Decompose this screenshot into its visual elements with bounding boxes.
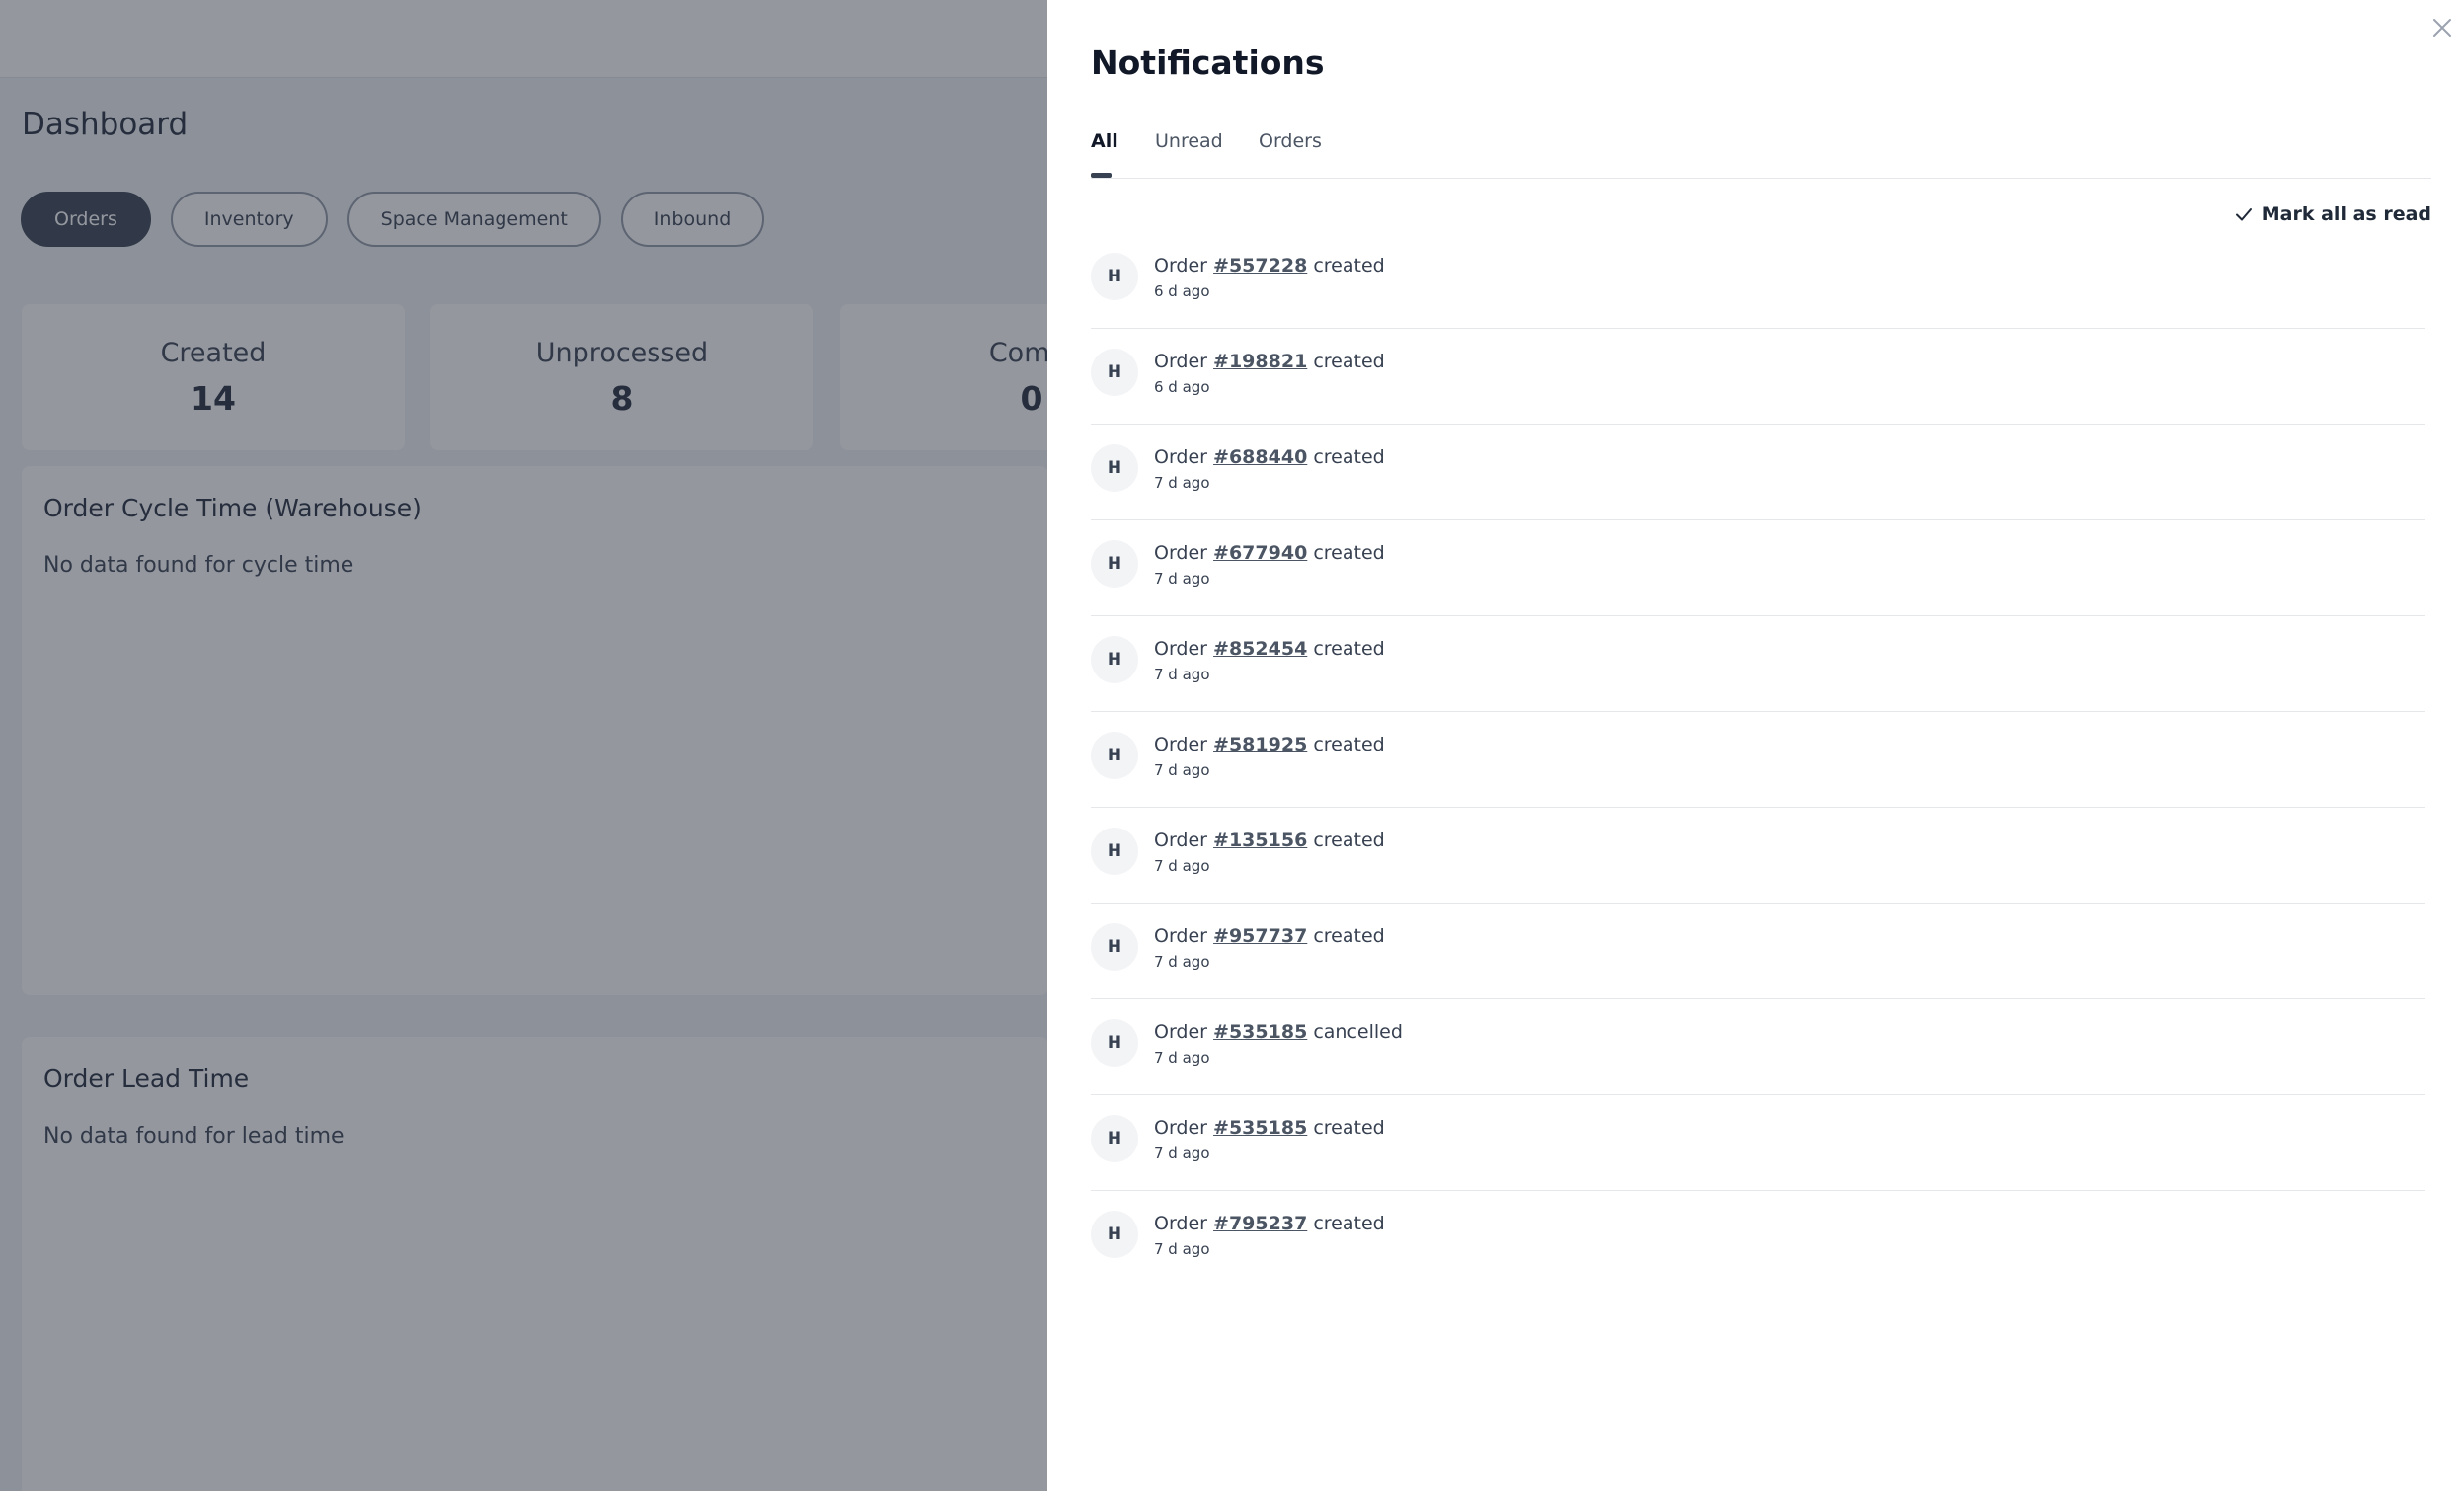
notification-text: Order #688440 created	[1154, 446, 1385, 468]
avatar: H	[1091, 1019, 1138, 1066]
notification-prefix: Order	[1154, 351, 1207, 372]
notification-time: 6 d ago	[1154, 378, 1210, 396]
notifications-tabs: All Unread Orders	[1091, 118, 2431, 179]
notification-text: Order #535185 created	[1154, 1117, 1385, 1139]
avatar: H	[1091, 732, 1138, 779]
notification-prefix: Order	[1154, 1021, 1207, 1043]
mark-all-read-label: Mark all as read	[2261, 203, 2431, 225]
notification-prefix: Order	[1154, 638, 1207, 660]
notification-action: created	[1313, 351, 1385, 372]
notification-item[interactable]: H Order #795237 created 7 d ago	[1091, 1191, 2425, 1286]
tab-unread[interactable]: Unread	[1155, 130, 1223, 152]
notification-text: Order #957737 created	[1154, 925, 1385, 947]
notification-item[interactable]: H Order #677940 created 7 d ago	[1091, 520, 2425, 616]
order-link[interactable]: #852454	[1213, 638, 1307, 660]
notification-item[interactable]: H Order #852454 created 7 d ago	[1091, 616, 2425, 712]
notification-prefix: Order	[1154, 1213, 1207, 1234]
notification-item[interactable]: H Order #557228 created 6 d ago	[1091, 233, 2425, 329]
notification-item[interactable]: H Order #198821 created 6 d ago	[1091, 329, 2425, 425]
notification-text: Order #795237 created	[1154, 1213, 1385, 1234]
order-link[interactable]: #957737	[1213, 925, 1307, 947]
notification-time: 7 d ago	[1154, 474, 1210, 492]
order-link[interactable]: #688440	[1213, 446, 1307, 468]
notification-text: Order #198821 created	[1154, 351, 1385, 372]
mark-all-read-button[interactable]: Mark all as read	[2234, 203, 2431, 225]
notification-prefix: Order	[1154, 255, 1207, 276]
notifications-drawer: Notifications All Unread Orders Mark all…	[1047, 0, 2464, 1491]
avatar: H	[1091, 923, 1138, 971]
notifications-title: Notifications	[1091, 43, 1325, 82]
notification-item[interactable]: H Order #688440 created 7 d ago	[1091, 425, 2425, 520]
avatar: H	[1091, 1115, 1138, 1162]
order-link[interactable]: #535185	[1213, 1021, 1307, 1043]
notification-item[interactable]: H Order #535185 created 7 d ago	[1091, 1095, 2425, 1191]
notification-text: Order #557228 created	[1154, 255, 1385, 276]
order-link[interactable]: #535185	[1213, 1117, 1307, 1139]
active-tab-indicator	[1091, 173, 1112, 178]
order-link[interactable]: #795237	[1213, 1213, 1307, 1234]
notification-action: created	[1313, 925, 1385, 947]
order-link[interactable]: #198821	[1213, 351, 1307, 372]
notification-prefix: Order	[1154, 446, 1207, 468]
notification-item[interactable]: H Order #581925 created 7 d ago	[1091, 712, 2425, 808]
check-icon	[2235, 208, 2252, 221]
notification-text: Order #852454 created	[1154, 638, 1385, 660]
avatar: H	[1091, 444, 1138, 492]
notification-list: H Order #557228 created 6 d ago H Order …	[1091, 233, 2425, 1286]
order-link[interactable]: #557228	[1213, 255, 1307, 276]
order-link[interactable]: #677940	[1213, 542, 1307, 564]
notification-item[interactable]: H Order #135156 created 7 d ago	[1091, 808, 2425, 904]
notification-action: created	[1313, 734, 1385, 755]
notification-time: 7 d ago	[1154, 570, 1210, 588]
notification-item[interactable]: H Order #957737 created 7 d ago	[1091, 904, 2425, 999]
notification-prefix: Order	[1154, 1117, 1207, 1139]
notification-action: created	[1313, 638, 1385, 660]
notification-text: Order #135156 created	[1154, 830, 1385, 851]
notification-text: Order #535185 cancelled	[1154, 1021, 1403, 1043]
notification-action: created	[1313, 542, 1385, 564]
notification-time: 7 d ago	[1154, 953, 1210, 971]
avatar: H	[1091, 253, 1138, 300]
avatar: H	[1091, 349, 1138, 396]
notification-time: 7 d ago	[1154, 666, 1210, 683]
notification-prefix: Order	[1154, 542, 1207, 564]
notification-action: created	[1313, 830, 1385, 851]
close-icon	[2433, 19, 2451, 37]
notification-text: Order #581925 created	[1154, 734, 1385, 755]
avatar: H	[1091, 636, 1138, 683]
tab-orders[interactable]: Orders	[1259, 130, 1322, 152]
notification-prefix: Order	[1154, 925, 1207, 947]
notification-time: 7 d ago	[1154, 857, 1210, 875]
notification-action: created	[1313, 446, 1385, 468]
notification-time: 7 d ago	[1154, 761, 1210, 779]
order-link[interactable]: #581925	[1213, 734, 1307, 755]
notification-time: 7 d ago	[1154, 1049, 1210, 1066]
notification-time: 6 d ago	[1154, 282, 1210, 300]
modal-backdrop[interactable]	[0, 0, 1047, 1491]
avatar: H	[1091, 540, 1138, 588]
notification-text: Order #677940 created	[1154, 542, 1385, 564]
order-link[interactable]: #135156	[1213, 830, 1307, 851]
notification-time: 7 d ago	[1154, 1145, 1210, 1162]
notification-prefix: Order	[1154, 734, 1207, 755]
notification-time: 7 d ago	[1154, 1240, 1210, 1258]
notification-action: created	[1313, 1213, 1385, 1234]
close-button[interactable]	[2428, 14, 2456, 41]
notification-action: created	[1313, 1117, 1385, 1139]
notification-prefix: Order	[1154, 830, 1207, 851]
notification-item[interactable]: H Order #535185 cancelled 7 d ago	[1091, 999, 2425, 1095]
notification-action: created	[1313, 255, 1385, 276]
avatar: H	[1091, 1211, 1138, 1258]
avatar: H	[1091, 828, 1138, 875]
tab-all[interactable]: All	[1091, 130, 1118, 152]
notification-action: cancelled	[1313, 1021, 1403, 1043]
